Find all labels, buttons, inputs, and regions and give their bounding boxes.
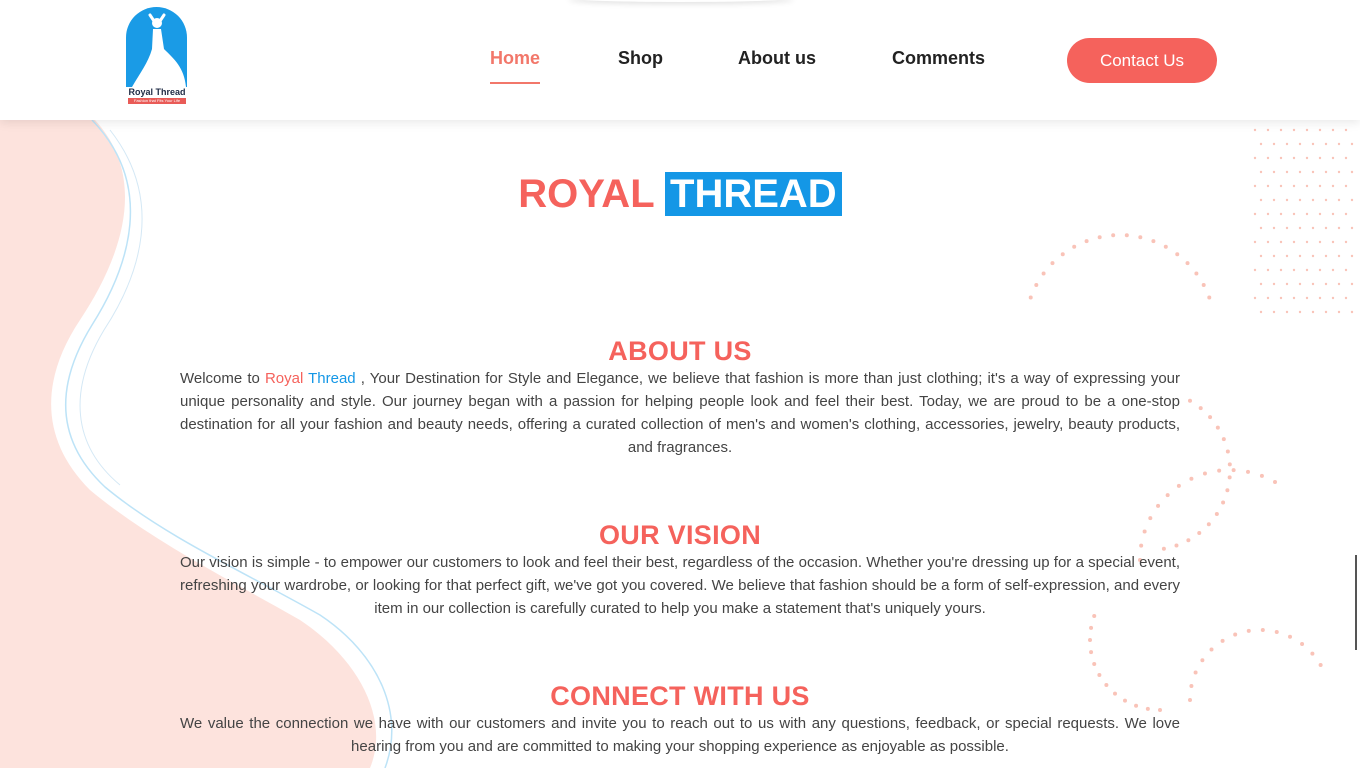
about-heading: ABOUT US bbox=[608, 336, 752, 366]
dancer-silhouette-icon bbox=[132, 13, 186, 87]
about-section: ABOUT US Welcome to Royal Thread , Your … bbox=[180, 336, 1180, 459]
about-paragraph: Welcome to Royal Thread , Your Destinati… bbox=[180, 367, 1180, 459]
nav-shop[interactable]: Shop bbox=[618, 48, 663, 74]
vision-section: OUR VISION Our vision is simple - to emp… bbox=[180, 520, 1180, 620]
connect-section: CONNECT WITH US We value the connection … bbox=[180, 681, 1180, 758]
nav-about-us[interactable]: About us bbox=[738, 48, 816, 74]
royal-thread-logo[interactable]: Royal Thread Fashion that Fits Your Life bbox=[124, 7, 190, 107]
hero-title: ROYAL THREAD bbox=[0, 172, 1360, 217]
header-top-tab bbox=[568, 0, 794, 2]
logo-arch-icon bbox=[126, 7, 187, 87]
connect-heading: CONNECT WITH US bbox=[550, 681, 810, 711]
connect-paragraph: We value the connection we have with our… bbox=[180, 715, 1180, 755]
logo-name: Royal Thread bbox=[128, 87, 186, 97]
logo-tagline: Fashion that Fits Your Life bbox=[128, 98, 186, 104]
about-text-intro: Welcome to bbox=[180, 370, 265, 387]
hero-title-thread: THREAD bbox=[665, 172, 842, 216]
site-header: Royal Thread Fashion that Fits Your Life… bbox=[0, 0, 1360, 120]
vision-paragraph: Our vision is simple - to empower our cu… bbox=[180, 554, 1180, 617]
about-brand-thread: Thread bbox=[308, 370, 356, 387]
nav-home[interactable]: Home bbox=[490, 48, 541, 84]
page-scrollbar[interactable] bbox=[1355, 555, 1357, 650]
hero-title-royal: ROYAL bbox=[518, 172, 654, 216]
contact-us-button[interactable]: Contact Us bbox=[1067, 38, 1217, 83]
about-brand-royal: Royal bbox=[264, 370, 304, 387]
vision-heading: OUR VISION bbox=[598, 520, 762, 550]
nav-comments[interactable]: Comments bbox=[892, 48, 985, 74]
